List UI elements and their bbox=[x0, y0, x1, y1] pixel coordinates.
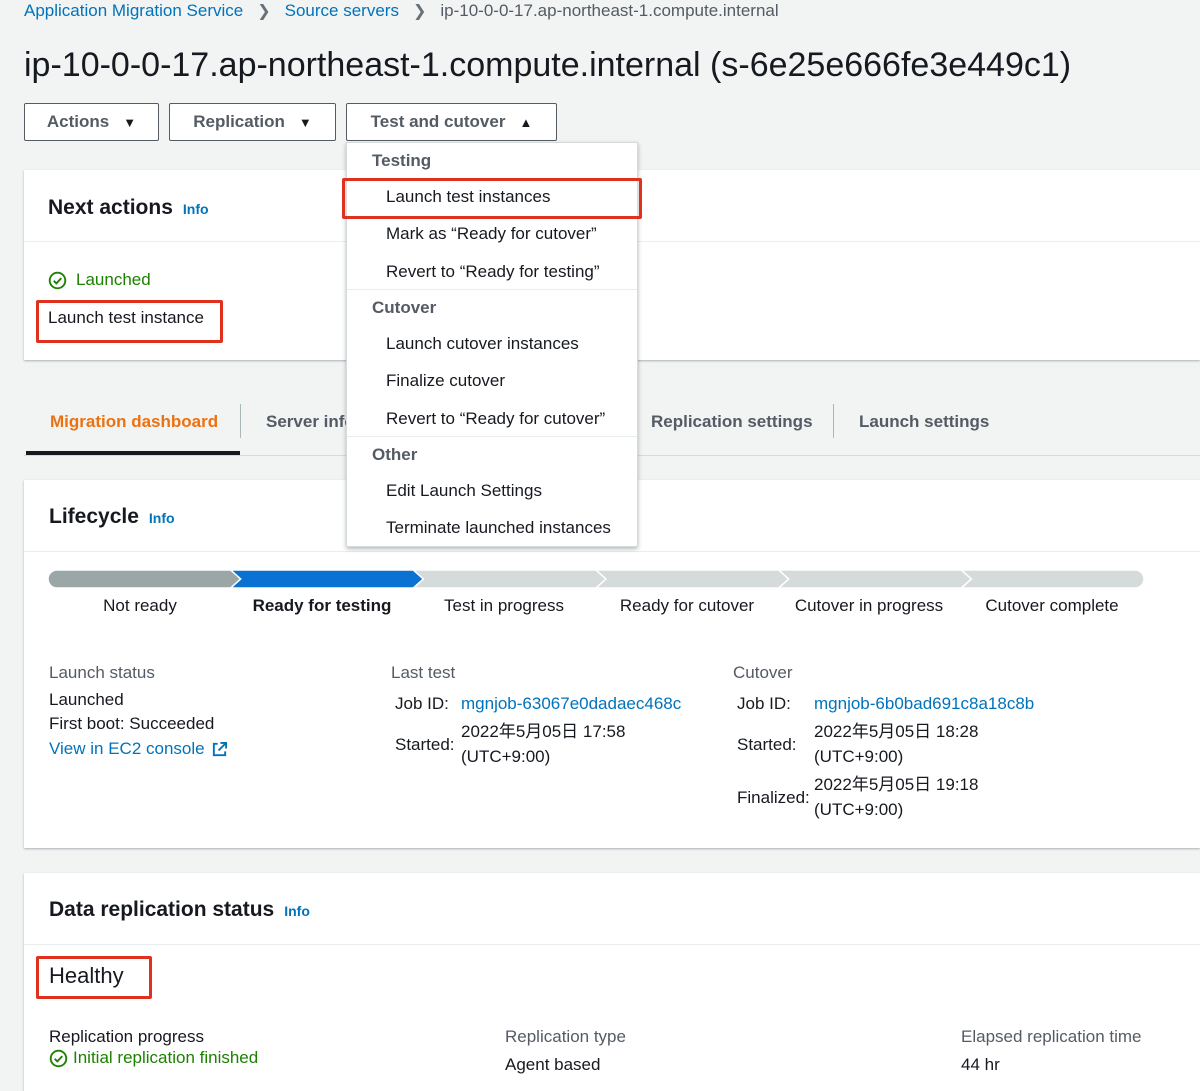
stage-not-ready: Not ready bbox=[103, 596, 177, 615]
stage-ready-for-cutover: Ready for cutover bbox=[619, 596, 755, 615]
caret-down-icon: ▼ bbox=[123, 114, 137, 130]
tab-divider bbox=[833, 404, 834, 438]
actions-button-label: Actions bbox=[46, 112, 110, 131]
stage-cutover-complete: Cutover complete bbox=[985, 596, 1119, 615]
actions-button[interactable]: Actions ▼ bbox=[24, 103, 159, 141]
next-actions-title: Next actions Info bbox=[48, 196, 209, 220]
cutover-job-id-link[interactable]: mgnjob-6b0bad691c8a18c8b bbox=[814, 694, 1034, 714]
menu-group-cutover: Cutover bbox=[372, 298, 437, 317]
lifecycle-segment-4 bbox=[777, 570, 973, 588]
stage-cutover-in-progress: Cutover in progress bbox=[794, 596, 944, 615]
breadcrumb-link-source-servers[interactable]: Source servers bbox=[285, 1, 399, 21]
menu-group-testing: Testing bbox=[372, 151, 432, 170]
menu-item-mark-ready-for-cutover[interactable]: Mark as “Ready for cutover” bbox=[386, 224, 597, 244]
caret-down-icon: ▼ bbox=[298, 114, 312, 130]
replication-button[interactable]: Replication ▼ bbox=[169, 103, 336, 141]
lifecycle-segment-5 bbox=[960, 570, 1144, 588]
chevron-right-icon: ❯ bbox=[257, 3, 271, 20]
check-circle-icon bbox=[49, 1049, 68, 1067]
stage-test-in-progress: Test in progress bbox=[444, 596, 564, 615]
menu-item-revert-ready-for-cutover[interactable]: Revert to “Ready for cutover” bbox=[386, 409, 605, 429]
lifecycle-progress-bar bbox=[48, 570, 1144, 588]
lifecycle-segment-3 bbox=[594, 570, 790, 588]
menu-divider bbox=[347, 436, 637, 437]
external-link-icon bbox=[212, 741, 227, 756]
elapsed-replication-value: 44 hr bbox=[961, 1055, 1000, 1074]
test-and-cutover-button-label: Test and cutover bbox=[370, 112, 506, 131]
cutover-finalized-label: Finalized: bbox=[737, 788, 810, 807]
launch-status-value: Launched bbox=[49, 690, 124, 709]
cutover-finalized-tz: (UTC+9:00) bbox=[814, 800, 904, 819]
view-in-ec2-console-text: View in EC2 console bbox=[49, 739, 205, 758]
replication-type-label: Replication type bbox=[505, 1027, 626, 1046]
breadcrumb: Application Migration Service ❯ Source s… bbox=[24, 0, 779, 22]
next-actions-info-link[interactable]: Info bbox=[183, 201, 209, 217]
data-replication-info-link[interactable]: Info bbox=[284, 903, 310, 919]
menu-divider bbox=[347, 289, 637, 290]
first-boot-status: First boot: Succeeded bbox=[49, 714, 215, 733]
tab-replication-settings[interactable]: Replication settings bbox=[651, 390, 813, 454]
elapsed-replication-label: Elapsed replication time bbox=[961, 1027, 1142, 1046]
highlight-box bbox=[36, 300, 223, 343]
stage-ready-for-testing: Ready for testing bbox=[252, 596, 392, 615]
cutover-started-tz: (UTC+9:00) bbox=[814, 747, 904, 766]
tab-launch-settings[interactable]: Launch settings bbox=[859, 390, 989, 454]
chevron-right-icon: ❯ bbox=[412, 3, 427, 20]
replication-progress-text: Initial replication finished bbox=[73, 1048, 259, 1067]
data-replication-title: Data replication status Info bbox=[49, 898, 310, 922]
lifecycle-title-text: Lifecycle bbox=[49, 505, 139, 528]
lifecycle-progress-segments bbox=[48, 570, 1144, 588]
tab-migration-dashboard[interactable]: Migration dashboard bbox=[50, 390, 218, 454]
cutover-started-date: 2022年5月05日 18:28 bbox=[814, 722, 979, 741]
view-in-ec2-console-link[interactable]: View in EC2 console bbox=[49, 739, 228, 759]
menu-item-revert-ready-for-testing[interactable]: Revert to “Ready for testing” bbox=[386, 262, 600, 282]
next-actions-title-text: Next actions bbox=[48, 196, 173, 219]
last-test-started-tz: (UTC+9:00) bbox=[461, 747, 551, 766]
highlight-box bbox=[342, 178, 642, 219]
tab-server-info[interactable]: Server info bbox=[266, 390, 355, 454]
tab-divider bbox=[240, 404, 241, 438]
lifecycle-title: Lifecycle Info bbox=[49, 505, 175, 529]
caret-up-icon: ▲ bbox=[519, 114, 533, 130]
menu-group-other: Other bbox=[372, 445, 418, 464]
page-title: ip-10-0-0-17.ap-northeast-1.compute.inte… bbox=[24, 46, 1072, 84]
launched-status-text: Launched bbox=[76, 270, 151, 289]
menu-item-edit-launch-settings[interactable]: Edit Launch Settings bbox=[386, 481, 542, 501]
check-circle-icon bbox=[48, 271, 67, 289]
last-test-job-id-label: Job ID: bbox=[395, 694, 449, 713]
breadcrumb-link-service[interactable]: Application Migration Service bbox=[24, 1, 243, 21]
replication-progress-label: Replication progress bbox=[49, 1027, 204, 1046]
test-and-cutover-button[interactable]: Test and cutover ▲ bbox=[346, 103, 557, 141]
menu-item-launch-cutover-instances[interactable]: Launch cutover instances bbox=[386, 334, 579, 354]
active-tab-indicator bbox=[26, 451, 240, 455]
cutover-label: Cutover bbox=[733, 663, 793, 682]
lifecycle-segment-0 bbox=[48, 570, 242, 588]
lifecycle-segment-2 bbox=[412, 570, 608, 588]
cutover-started-label: Started: bbox=[737, 735, 797, 754]
last-test-started-date: 2022年5月05日 17:58 bbox=[461, 722, 626, 741]
highlight-box bbox=[36, 956, 152, 999]
last-test-label: Last test bbox=[391, 663, 456, 682]
launch-status-label: Launch status bbox=[49, 663, 155, 682]
last-test-job-id-link[interactable]: mgnjob-63067e0dadaec468c bbox=[461, 694, 681, 714]
last-test-started-label: Started: bbox=[395, 735, 455, 754]
lifecycle-info-link[interactable]: Info bbox=[149, 510, 175, 526]
breadcrumb-current: ip-10-0-0-17.ap-northeast-1.compute.inte… bbox=[440, 1, 779, 20]
launched-status: Launched bbox=[48, 270, 151, 290]
menu-item-terminate-launched-instances[interactable]: Terminate launched instances bbox=[386, 518, 611, 538]
replication-type-value: Agent based bbox=[505, 1055, 601, 1074]
lifecycle-segment-1 bbox=[229, 570, 425, 588]
cutover-job-id-label: Job ID: bbox=[737, 694, 791, 713]
replication-progress-value: Initial replication finished bbox=[49, 1048, 258, 1068]
menu-item-finalize-cutover[interactable]: Finalize cutover bbox=[386, 371, 505, 391]
replication-button-label: Replication bbox=[193, 112, 285, 131]
data-replication-title-text: Data replication status bbox=[49, 898, 275, 921]
cutover-finalized-date: 2022年5月05日 19:18 bbox=[814, 775, 979, 794]
